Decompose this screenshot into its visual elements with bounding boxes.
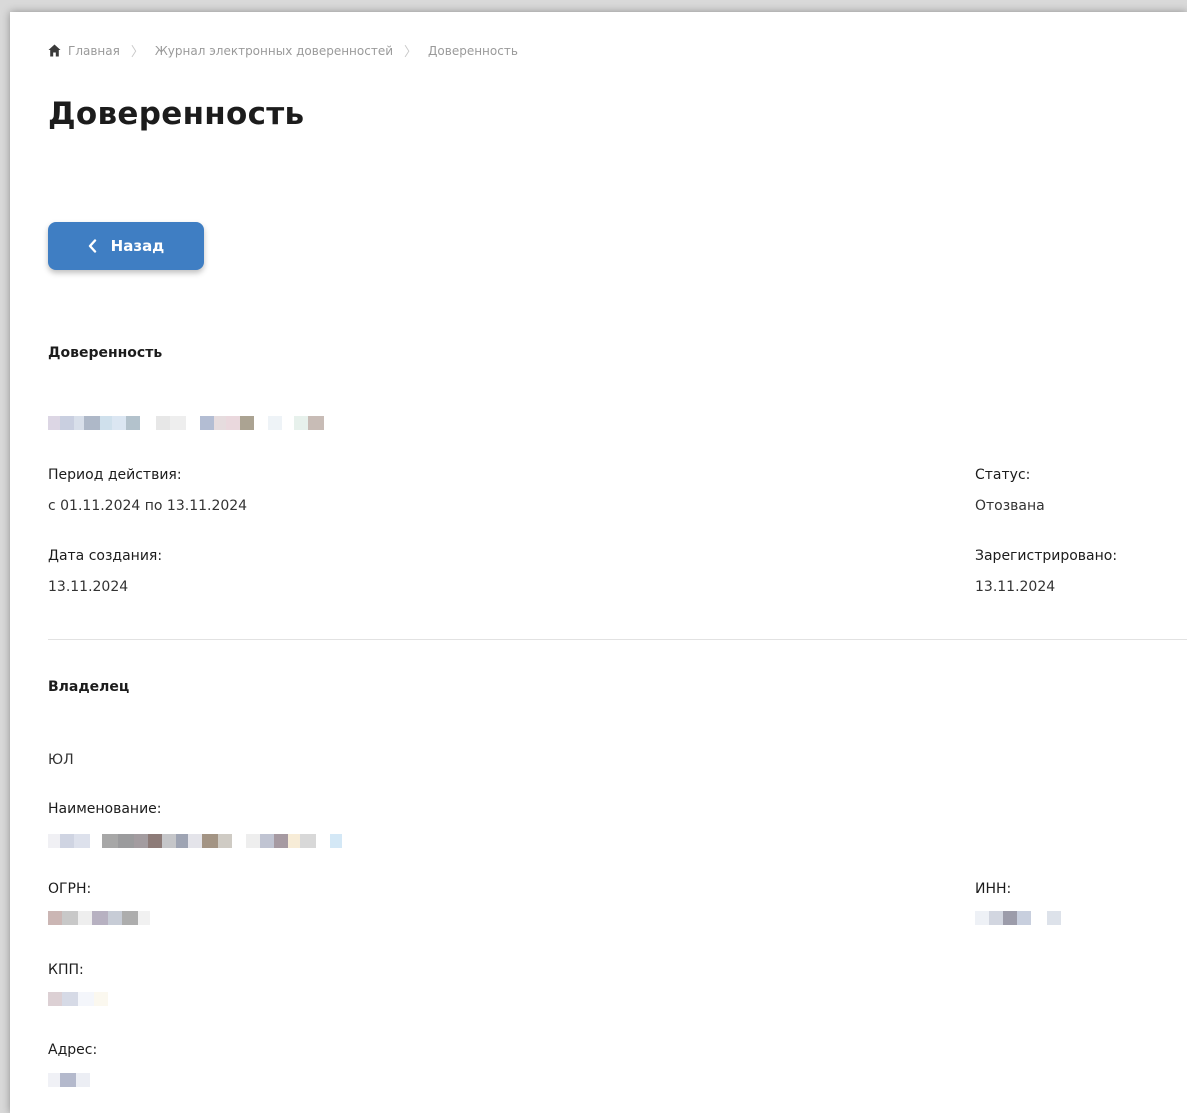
owner-type: ЮЛ	[48, 752, 74, 768]
breadcrumb-current: Доверенность	[428, 43, 518, 58]
ogrn-label: ОГРН:	[48, 881, 92, 897]
chevron-right-icon: 〉	[130, 45, 144, 60]
breadcrumb-home-link[interactable]: Главная	[68, 44, 120, 58]
poa-number-redacted	[48, 416, 324, 430]
registered-value: 13.11.2024	[975, 579, 1056, 595]
page-window: Главная 〉 Журнал электронных доверенност…	[10, 12, 1187, 1113]
period-label: Период действия:	[48, 467, 182, 483]
chevron-right-icon: 〉	[404, 45, 418, 60]
ogrn-redacted	[48, 911, 150, 925]
owner-name-label: Наименование:	[48, 801, 162, 817]
address-redacted	[48, 1073, 90, 1087]
status-label: Статус:	[975, 467, 1031, 483]
created-value: 13.11.2024	[48, 579, 129, 595]
breadcrumb-journal-link[interactable]: Журнал электронных доверенностей	[155, 44, 393, 58]
registered-label: Зарегистрировано:	[975, 548, 1118, 564]
kpp-redacted	[48, 992, 108, 1006]
chevron-left-icon	[88, 239, 97, 253]
owner-name-redacted	[48, 834, 342, 848]
status-value: Отозвана	[975, 498, 1045, 514]
period-value: с 01.11.2024 по 13.11.2024	[48, 498, 248, 514]
inn-redacted	[975, 911, 1061, 925]
address-label: Адрес:	[48, 1042, 98, 1058]
back-button[interactable]: Назад	[48, 222, 204, 270]
section-divider	[48, 639, 1187, 640]
main-content: Главная 〉 Журнал электронных доверенност…	[48, 12, 1187, 1113]
home-icon[interactable]	[48, 44, 62, 58]
poa-section-heading: Доверенность	[48, 345, 163, 361]
inn-label: ИНН:	[975, 881, 1012, 897]
page-title: Доверенность	[48, 96, 305, 132]
kpp-label: КПП:	[48, 962, 84, 978]
breadcrumb: Главная 〉 Журнал электронных доверенност…	[48, 41, 518, 60]
owner-section-heading: Владелец	[48, 679, 130, 695]
created-label: Дата создания:	[48, 548, 163, 564]
back-button-label: Назад	[110, 237, 165, 255]
